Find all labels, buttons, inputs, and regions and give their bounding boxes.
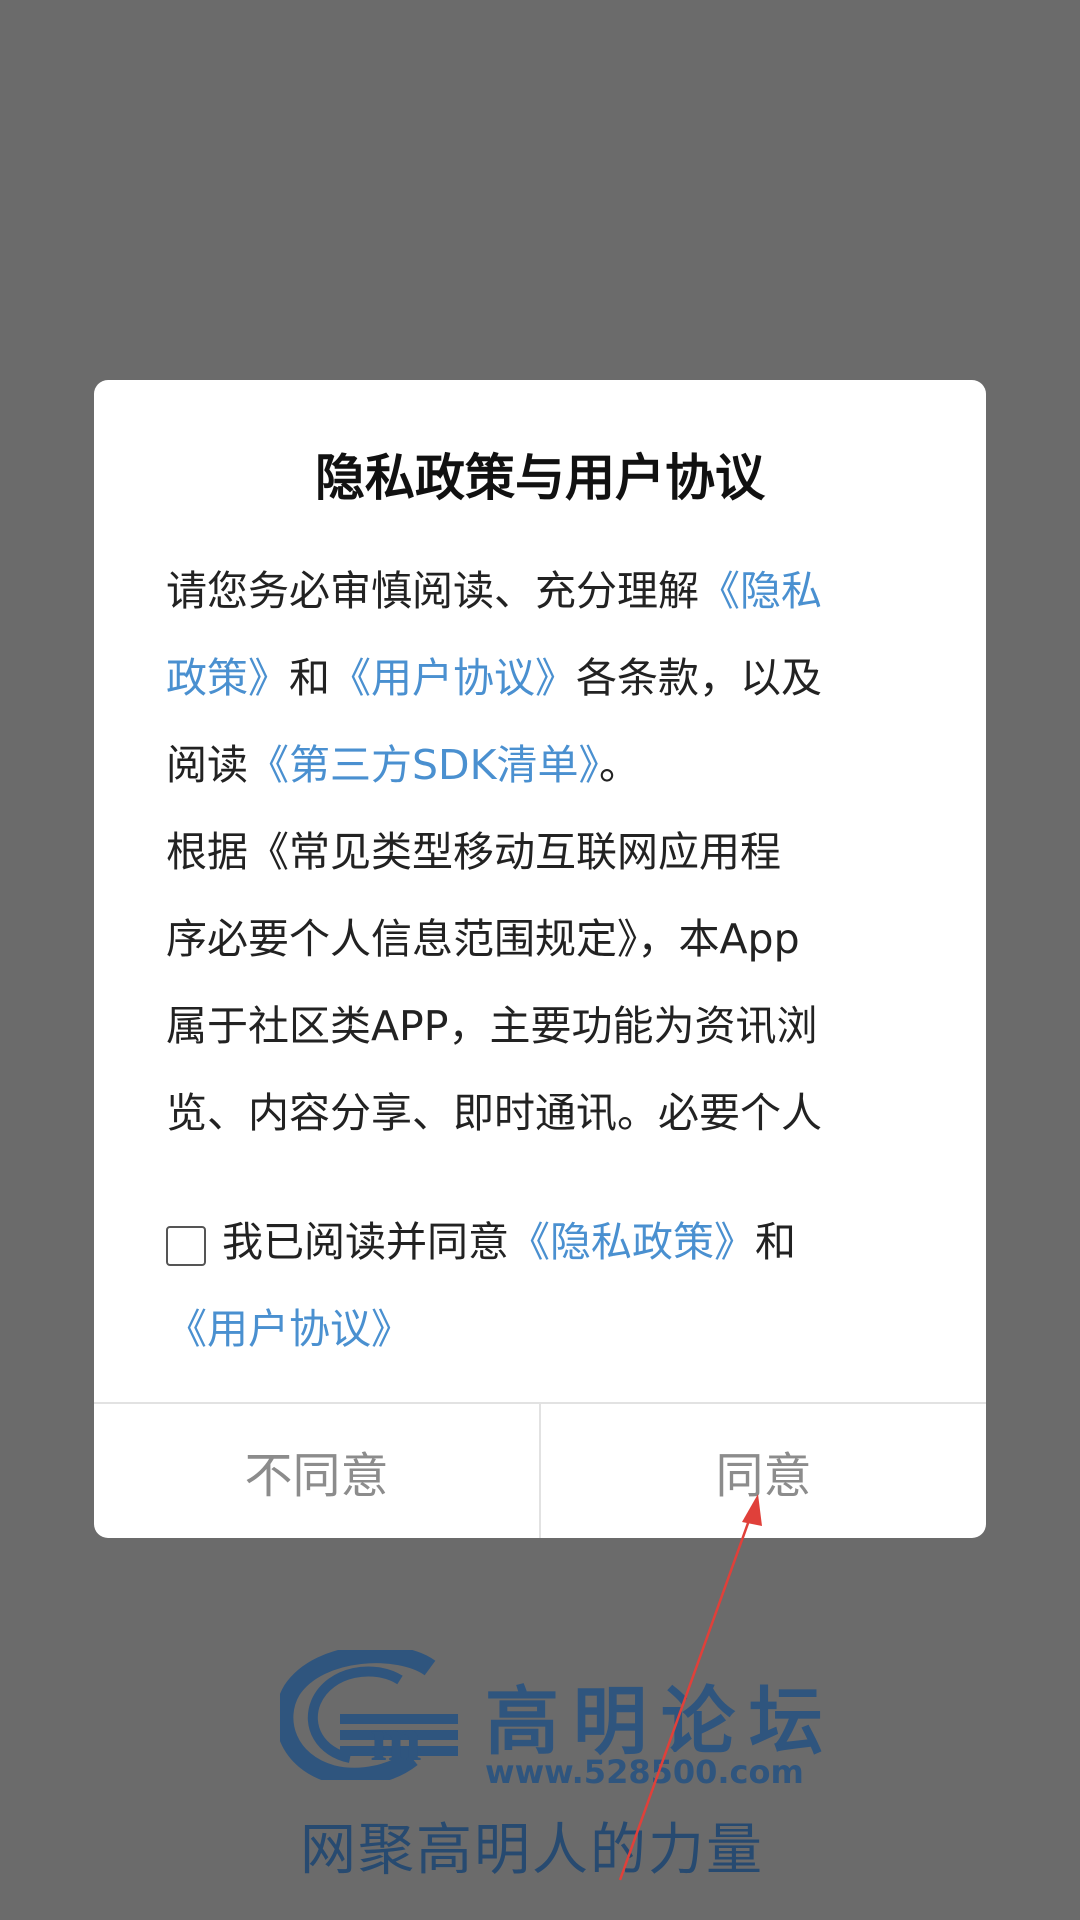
logo-url: www.528500.com (485, 1753, 804, 1791)
dialog-body[interactable]: 请您务必审慎阅读、充分理解《隐私 政策》和《用户协议》各条款，以及 阅读《第三方… (166, 548, 906, 1528)
app-logo: m 高明论坛 www.528500.com (280, 1650, 823, 1800)
body-line: 序必要个人信息范围规定》，本App (166, 915, 800, 963)
consent-user-agreement-link[interactable]: 《用户协议》 (166, 1305, 412, 1353)
consent-privacy-link[interactable]: 《隐私政策》 (509, 1218, 755, 1266)
intro-text: 各条款，以及 (576, 654, 822, 702)
disagree-button[interactable]: 不同意 (94, 1404, 541, 1538)
dialog-footer: 不同意 同意 (94, 1402, 986, 1538)
consent-row: 我已阅读并同意《隐私政策》和 (166, 1199, 906, 1286)
gm-logo-icon: m (280, 1650, 458, 1780)
svg-text:m: m (370, 1706, 422, 1774)
consent-and: 和 (755, 1218, 796, 1266)
dialog-title: 隐私政策与用户协议 (315, 449, 765, 507)
body-line: 属于社区类APP，主要功能为资讯浏 (166, 1002, 818, 1050)
intro-text: 请您务必审慎阅读、充分理解 (166, 567, 699, 615)
privacy-policy-link[interactable]: 《隐私 (699, 567, 822, 615)
third-party-sdk-link[interactable]: 《第三方SDK清单》 (248, 741, 599, 789)
intro-line-3: 阅读《第三方SDK清单》。 (166, 722, 906, 809)
agree-button[interactable]: 同意 (541, 1404, 986, 1538)
consent-row-2: 《用户协议》 (166, 1286, 906, 1373)
intro-line-2: 政策》和《用户协议》各条款，以及 (166, 635, 906, 722)
consent-checkbox[interactable] (166, 1226, 206, 1266)
intro-text: 和 (289, 654, 330, 702)
intro-text: 阅读 (166, 741, 248, 789)
intro-line-1: 请您务必审慎阅读、充分理解《隐私 (166, 548, 906, 635)
user-agreement-link[interactable]: 《用户协议》 (330, 654, 576, 702)
privacy-policy-link-cont[interactable]: 政策》 (166, 654, 289, 702)
body-line: 览、内容分享、即时通讯。必要个人 (166, 1089, 822, 1137)
body-line: 根据《常见类型移动互联网应用程 (166, 828, 781, 876)
intro-text: 。 (598, 741, 640, 789)
consent-text: 我已阅读并同意 (222, 1218, 509, 1266)
privacy-dialog: 隐私政策与用户协议 请您务必审慎阅读、充分理解《隐私 政策》和《用户协议》各条款… (94, 380, 986, 1538)
slogan: 网聚高明人的力量 (300, 1818, 764, 1883)
